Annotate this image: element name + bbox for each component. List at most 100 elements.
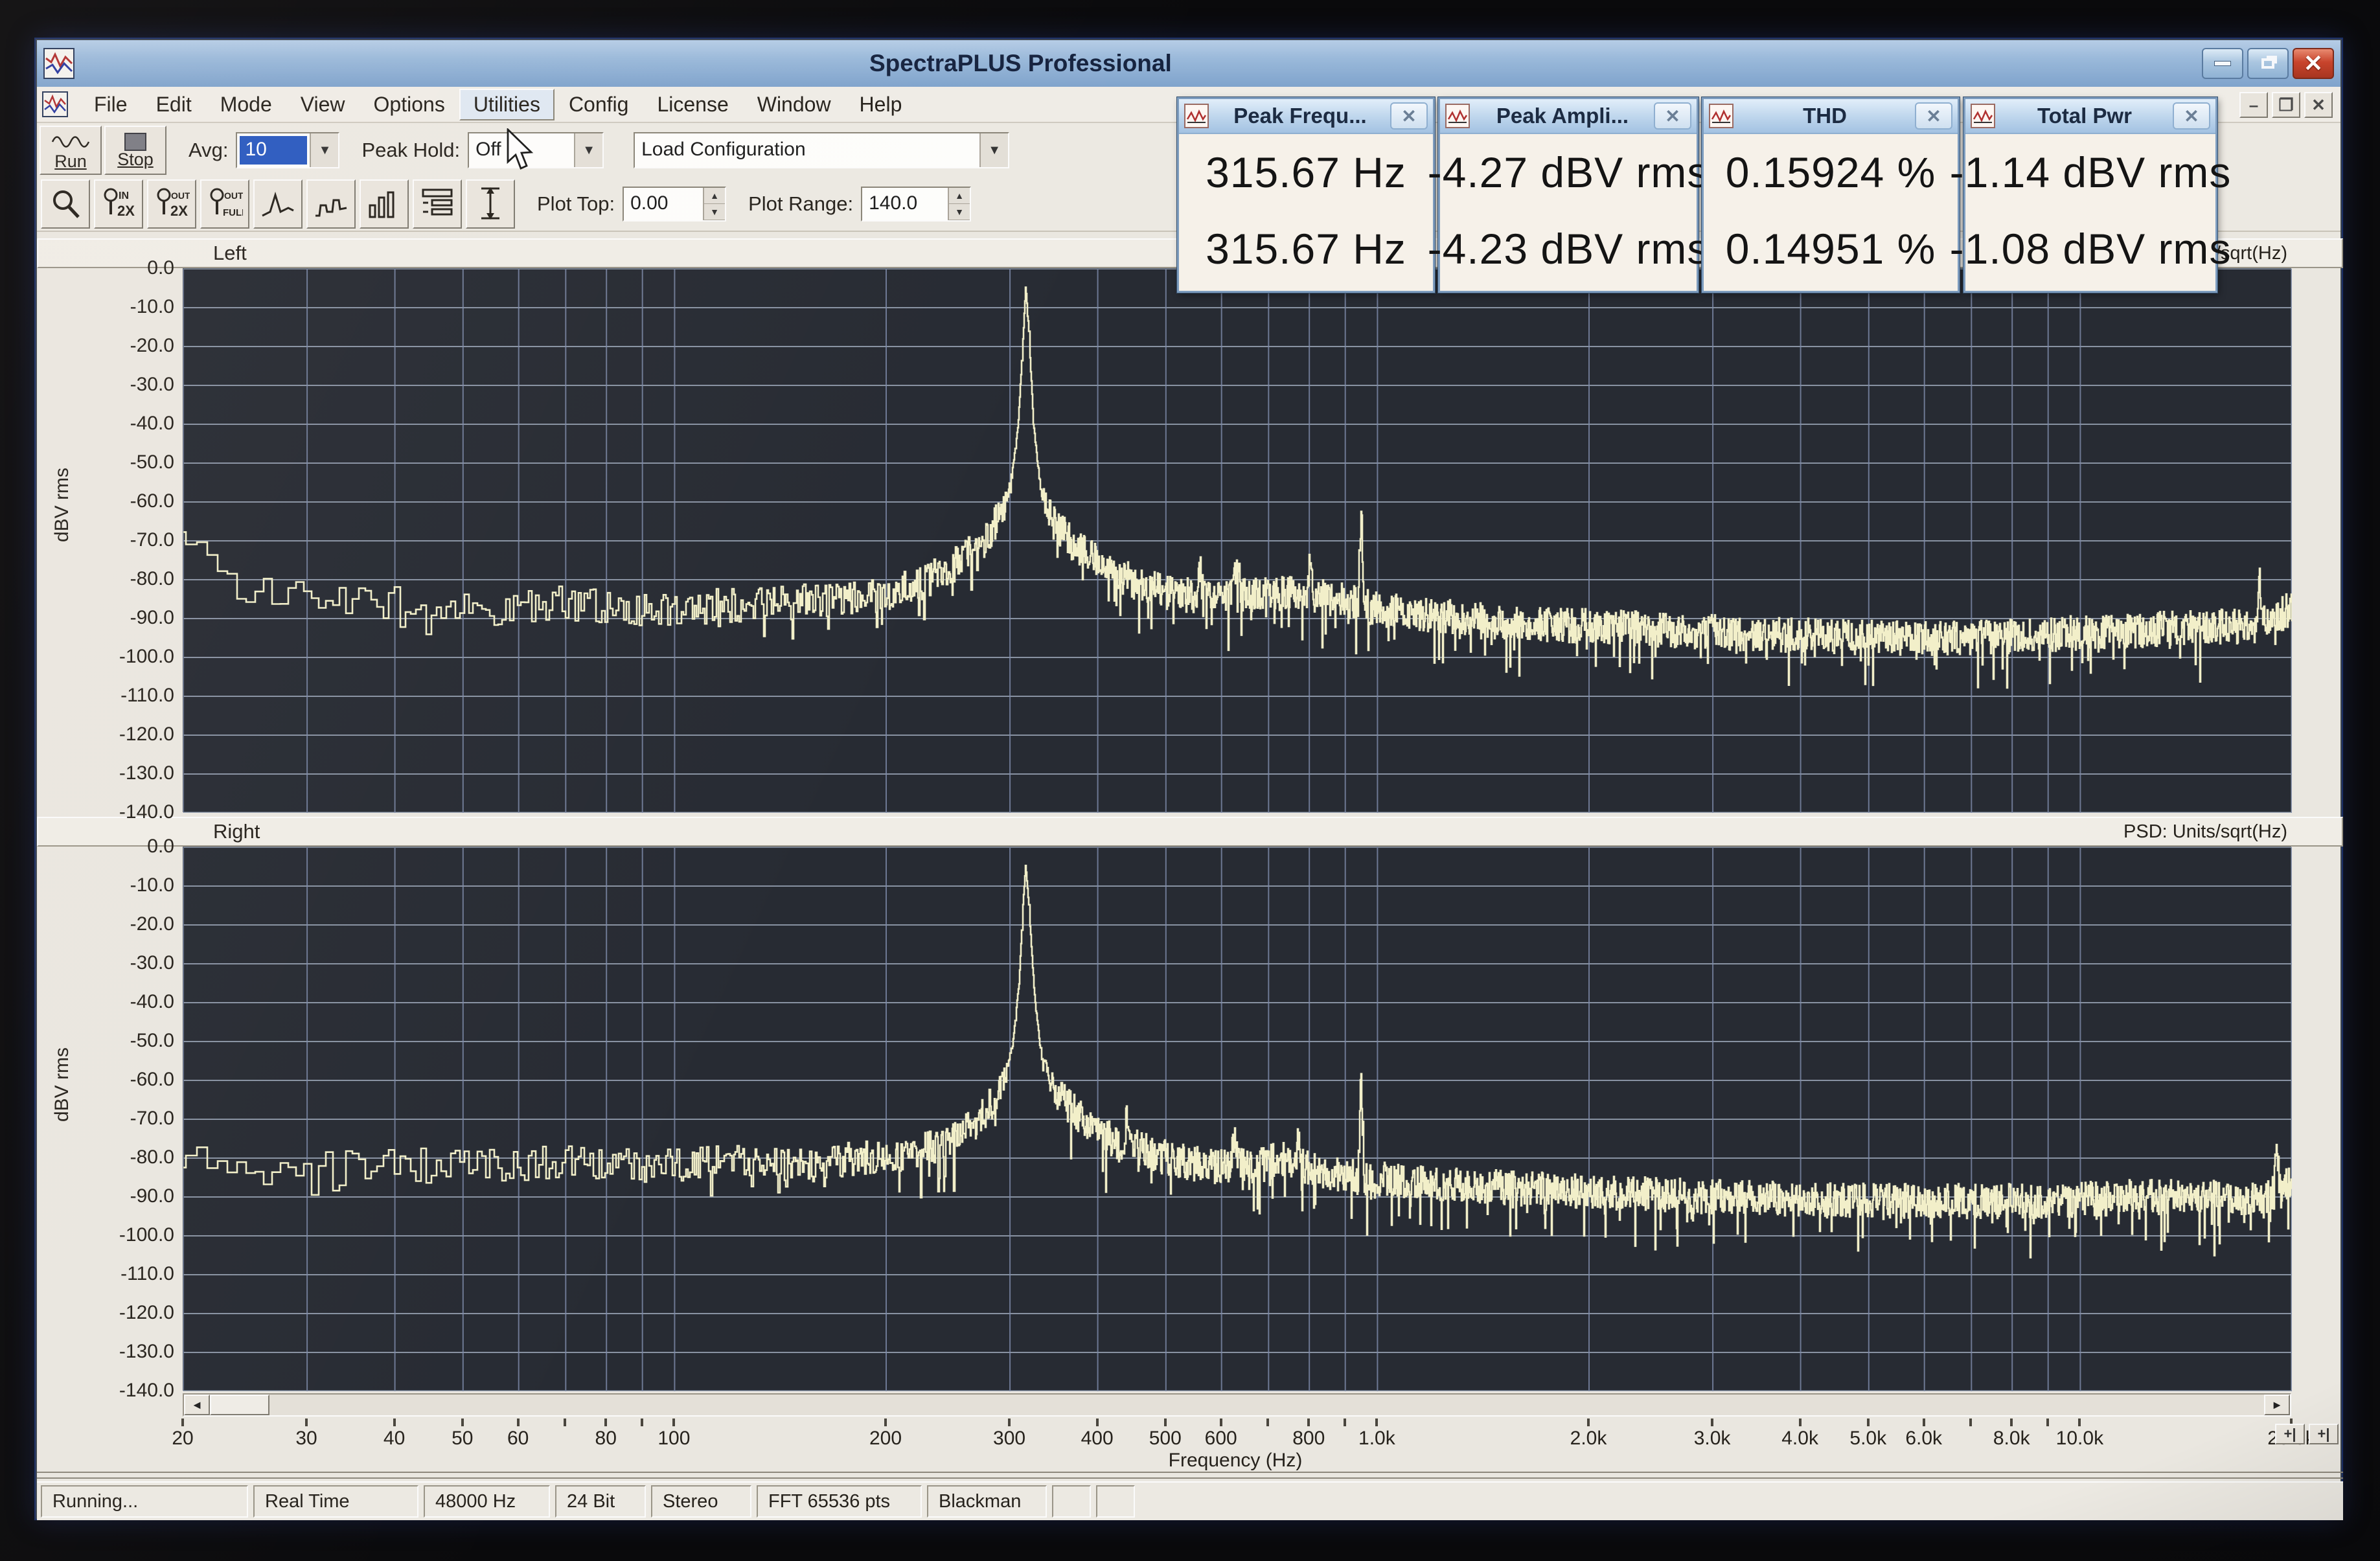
child-minimize-button[interactable]: – <box>2239 92 2268 118</box>
menu-item-view[interactable]: View <box>286 89 360 120</box>
meter-title-bar[interactable]: THD✕ <box>1704 99 1958 134</box>
x-tick-mark <box>1867 1419 1870 1426</box>
chevron-down-icon[interactable]: ▼ <box>574 133 602 167</box>
x-tick-mark <box>517 1419 520 1426</box>
spinner-arrows[interactable]: ▲▼ <box>703 188 725 220</box>
avg-value: 10 <box>240 136 307 165</box>
avg-label: Avg: <box>189 139 228 162</box>
spinner-arrows[interactable]: ▲▼ <box>948 188 970 220</box>
peak-hold-label: Peak Hold: <box>361 139 460 162</box>
child-close-button[interactable]: ✕ <box>2304 92 2333 118</box>
spectrum-trace-left <box>183 269 2292 813</box>
meter-title: Peak Ampli... <box>1476 104 1649 128</box>
x-tick-label: 500 <box>1149 1428 1182 1450</box>
status-fft-65536-pts: FFT 65536 pts <box>757 1485 922 1518</box>
peak-hold-combobox[interactable]: Off ▼ <box>468 132 604 168</box>
y-tick-label: -60.0 <box>90 1069 174 1091</box>
x-tick-mark <box>461 1419 464 1426</box>
spectrum-plot-right[interactable] <box>183 847 2291 1391</box>
meter-value-right: 0.14951 % <box>1704 211 1958 287</box>
scroll-left-button[interactable]: ◄ <box>184 1395 210 1415</box>
close-button[interactable]: ✕ <box>2293 48 2334 79</box>
scrollbar-track[interactable] <box>269 1395 2264 1415</box>
x-tick-mark <box>1344 1419 1346 1426</box>
x-tick-label: 50 <box>452 1428 473 1450</box>
menu-item-options[interactable]: Options <box>360 89 459 120</box>
spectrum-view-icon <box>260 186 296 222</box>
meter-close-button[interactable]: ✕ <box>1390 102 1428 130</box>
status-48000-hz: 48000 Hz <box>424 1485 550 1518</box>
x-tick-mark <box>2010 1419 2013 1426</box>
scroll-right-button[interactable]: ► <box>2264 1395 2290 1415</box>
status-empty <box>1052 1485 1091 1518</box>
meter-close-button[interactable]: ✕ <box>1654 102 1691 130</box>
meter-close-button[interactable]: ✕ <box>1915 102 1952 130</box>
chevron-down-icon[interactable]: ▼ <box>310 133 338 167</box>
display-options-icon <box>419 186 455 222</box>
run-button[interactable]: Run <box>40 126 102 175</box>
x-tick-mark <box>1375 1419 1378 1426</box>
menu-item-config[interactable]: Config <box>555 89 643 120</box>
x-axis-title: Frequency (Hz) <box>1169 1450 1303 1472</box>
meter-title-bar[interactable]: Total Pwr✕ <box>1965 99 2215 134</box>
restore-button[interactable] <box>2247 48 2289 79</box>
bar-graph-view-button[interactable] <box>360 179 409 229</box>
time-series-view-button[interactable] <box>306 179 356 229</box>
meter-title-bar[interactable]: Peak Frequ...✕ <box>1179 99 1433 134</box>
menu-item-help[interactable]: Help <box>845 89 917 120</box>
plot-top-label: Plot Top: <box>537 192 615 216</box>
x-tick-label: 400 <box>1081 1428 1114 1450</box>
spectrum-plot-left[interactable] <box>183 268 2291 812</box>
vertical-range-button[interactable] <box>466 179 515 229</box>
x-tick-label: 10.0k <box>2056 1428 2103 1450</box>
zoom-in-2x-button[interactable]: IN2X <box>94 179 143 229</box>
meter-title-bar[interactable]: Peak Ampli...✕ <box>1440 99 1697 134</box>
y-tick-label: -40.0 <box>90 991 174 1013</box>
x-expand-button[interactable]: +| <box>2275 1424 2305 1444</box>
meter-value-left: -4.27 dBV rms <box>1440 134 1697 211</box>
stop-button[interactable]: Stop <box>104 126 166 175</box>
x-tick-mark <box>641 1419 643 1426</box>
y-tick-label: -140.0 <box>90 801 174 823</box>
child-restore-button[interactable]: ❐ <box>2272 92 2300 118</box>
status-real-time: Real Time <box>253 1485 418 1518</box>
menu-item-file[interactable]: File <box>80 89 142 120</box>
y-axis-title-right: dBV rms <box>51 1047 73 1122</box>
meter-title: Peak Frequ... <box>1215 104 1385 128</box>
plot-top-spinbox[interactable]: 0.00 ▲▼ <box>623 187 726 222</box>
spectrum-trace-right <box>183 847 2292 1391</box>
frequency-scrollbar[interactable]: ◄ ► <box>183 1393 2291 1417</box>
zoom-out-full-button[interactable]: OUTFULL <box>200 179 249 229</box>
load-configuration-combobox[interactable]: Load Configuration ▼ <box>634 132 1009 168</box>
meter-value-right: 315.67 Hz <box>1179 211 1433 287</box>
x-tick-label: 2.0k <box>1570 1428 1607 1450</box>
axis-rule <box>37 1472 2343 1473</box>
menu-item-edit[interactable]: Edit <box>142 89 206 120</box>
y-tick-label: -100.0 <box>90 1224 174 1246</box>
chevron-down-icon[interactable]: ▼ <box>979 133 1008 167</box>
title-bar[interactable]: SpectraPLUS Professional ✕ <box>37 40 2340 87</box>
menu-item-window[interactable]: Window <box>743 89 845 120</box>
zoom-button[interactable] <box>41 179 90 229</box>
y-tick-label: -120.0 <box>90 1302 174 1324</box>
display-options-button[interactable] <box>413 179 462 229</box>
x-tick-label: 800 <box>1292 1428 1325 1450</box>
minimize-button[interactable] <box>2202 48 2243 79</box>
avg-combobox[interactable]: 10 ▼ <box>236 132 339 168</box>
close-icon: ✕ <box>2304 52 2323 75</box>
scrollbar-thumb[interactable] <box>210 1395 269 1415</box>
zoom-out-2x-button[interactable]: OUT2X <box>147 179 196 229</box>
x-tick-mark <box>1266 1419 1269 1426</box>
plot-range-spinbox[interactable]: 140.0 ▲▼ <box>861 187 971 222</box>
menu-item-utilities[interactable]: Utilities <box>459 89 555 120</box>
meter-close-button[interactable]: ✕ <box>2173 102 2210 130</box>
x-compress-button[interactable]: +| <box>2309 1424 2339 1444</box>
meter-panel-thd: THD✕0.15924 %0.14951 % <box>1702 97 1960 293</box>
meter-panel-peak-frequ---: Peak Frequ...✕315.67 Hz315.67 Hz <box>1177 97 1435 293</box>
app-icon <box>43 48 74 79</box>
menu-item-license[interactable]: License <box>643 89 742 120</box>
meter-panel-total-pwr: Total Pwr✕-1.14 dBV rms-1.08 dBV rms <box>1963 97 2217 293</box>
spectrum-view-button[interactable] <box>253 179 303 229</box>
menu-item-mode[interactable]: Mode <box>206 89 286 120</box>
right-channel-label: Right <box>213 820 260 843</box>
